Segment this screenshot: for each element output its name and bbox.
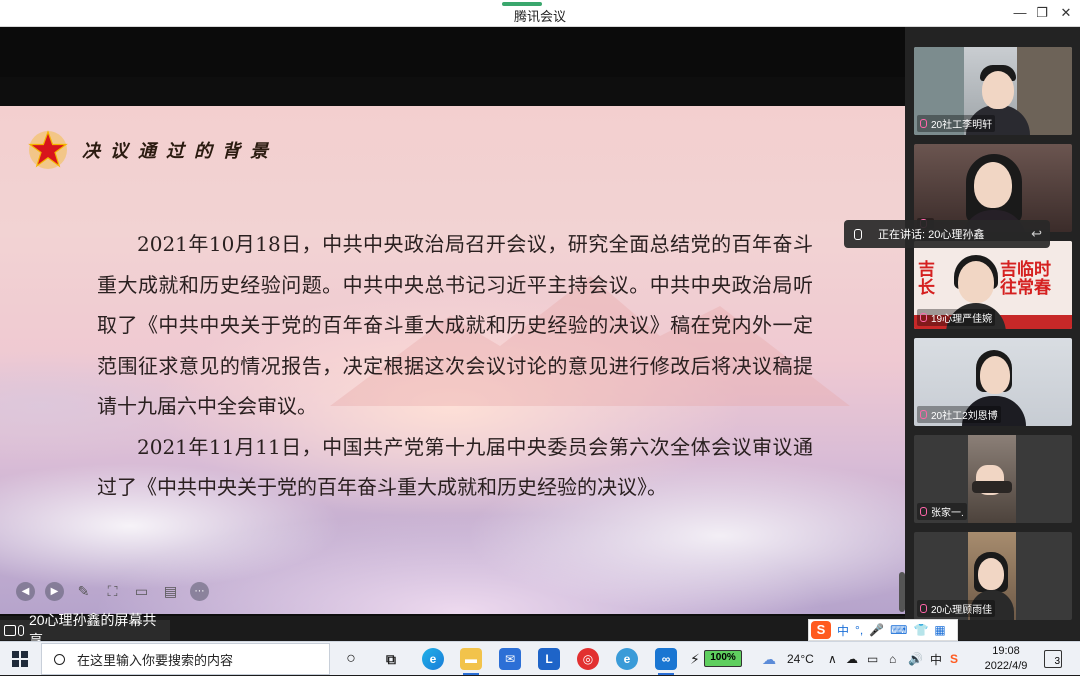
mic-muted-icon — [920, 507, 927, 516]
toolbox-icon[interactable]: ▦ — [934, 623, 945, 637]
notification-center-icon[interactable]: 3 — [1044, 650, 1062, 668]
task-view-icon[interactable]: ⧉ — [380, 648, 402, 670]
windows-start-icon[interactable] — [12, 651, 28, 667]
sogou-logo-icon[interactable]: S — [811, 621, 831, 639]
cortana-icon[interactable]: ○ — [340, 648, 362, 670]
taskbar-clock[interactable]: 19:08 2022/4/9 — [976, 644, 1036, 674]
participant-name: 19心理严佳婉 — [917, 309, 996, 326]
participant-panel: 20社工李明轩 吉长 吉临时往常春 19心理严佳婉 20社工2刘恩博 张家一. — [905, 27, 1080, 640]
slide-body: 2021年10月18日，中共中央政治局召开会议，研究全面总结党的百年奋斗重大成就… — [97, 224, 813, 508]
clock-time: 19:08 — [992, 645, 1020, 657]
previous-slide-icon[interactable]: ◀ — [16, 582, 35, 601]
speaking-indicator: 正在讲话: 20心理孙鑫 ↩ — [844, 220, 1050, 248]
slide-heading: 决议通过的背景 — [28, 130, 278, 170]
slide-paragraph: 2021年10月18日，中共中央政治局召开会议，研究全面总结党的百年奋斗重大成就… — [97, 232, 813, 418]
edge-browser-icon[interactable]: e — [422, 648, 444, 670]
participant-tile[interactable]: 20心理顾雨佳 — [914, 532, 1072, 620]
shared-screen-stage: 决议通过的背景 2021年10月18日，中共中央政治局召开会议，研究全面总结党的… — [0, 27, 905, 616]
network-icon[interactable]: ▭ — [867, 642, 878, 676]
mic-muted-icon — [920, 313, 927, 322]
power-plug-icon[interactable]: ⚡ — [690, 642, 700, 676]
focus-icon[interactable]: ⛶ — [103, 582, 122, 601]
top-black-band — [0, 27, 905, 77]
mic-muted-icon — [920, 604, 927, 613]
participant-tile[interactable]: 吉长 吉临时 往常春 19心理严佳婉 — [914, 241, 1072, 329]
voice-icon[interactable]: 🎤 — [869, 623, 884, 637]
participant-name: 20社工2刘恩博 — [917, 406, 1001, 423]
file-explorer-icon[interactable]: ▬ — [460, 648, 482, 670]
clock-date: 2022/4/9 — [984, 660, 1028, 672]
browser-icon[interactable]: e — [616, 648, 638, 670]
participant-name: 20社工李明轩 — [917, 115, 996, 132]
microphone-icon — [854, 228, 862, 240]
participant-name: 20心理顾雨佳 — [917, 600, 996, 617]
screen-share-label: 20心理孙鑫的屏幕共享 — [0, 612, 170, 648]
slide-heading-text: 决议通过的背景 — [82, 141, 278, 162]
participant-name: 张家一. — [917, 503, 967, 520]
search-placeholder: 在这里输入你要搜索的内容 — [77, 652, 234, 668]
participant-tile[interactable]: 20社工2刘恩博 — [914, 338, 1072, 426]
participant-tile[interactable] — [914, 144, 1072, 232]
next-slide-icon[interactable]: ▶ — [45, 582, 64, 601]
taskbar: 在这里输入你要搜索的内容 ○ ⧉ e ▬ ✉ L ◎ e ∞ ⚡ 100% ☁ … — [0, 641, 1080, 675]
ime-mode[interactable]: 中 — [837, 622, 849, 639]
search-icon — [54, 653, 65, 665]
window-title: 腾讯会议 — [513, 9, 566, 24]
mic-muted-icon — [920, 410, 927, 419]
close-button[interactable]: ✕ — [1056, 4, 1076, 22]
weather-icon[interactable]: ☁ — [762, 642, 776, 676]
tencent-meeting-icon[interactable]: ∞ — [655, 648, 677, 670]
volume-icon[interactable]: 🔊 — [908, 642, 923, 676]
slide-paragraph: 2021年11月11日，中国共产党第十九届中央委员会第六次全体会议审议通过了《中… — [97, 434, 813, 500]
punctuation-icon[interactable]: °, — [855, 623, 863, 637]
tray-expand-icon[interactable]: ∧ — [828, 642, 837, 676]
network-icon[interactable]: ⌂ — [889, 642, 896, 676]
sogou-tray-icon[interactable]: S — [950, 642, 958, 676]
speaking-text: 正在讲话: 20心理孙鑫 — [878, 229, 985, 241]
ime-indicator[interactable]: 中 — [930, 642, 942, 676]
subtitle-icon[interactable]: ▤ — [161, 582, 180, 601]
pen-icon[interactable]: ✎ — [74, 582, 93, 601]
maximize-button[interactable]: ❐ — [1032, 4, 1052, 22]
banner-right: 吉临时 往常春 — [1000, 260, 1051, 298]
ime-toolbar: S 中 °, 🎤 ⌨ 👕 ▦ — [808, 619, 958, 641]
title-bar: 腾讯会议 — ❐ ✕ — [0, 0, 1080, 27]
mic-muted-icon — [920, 119, 927, 128]
microphone-icon — [17, 624, 24, 636]
netease-music-icon[interactable]: ◎ — [577, 648, 599, 670]
participant-tile[interactable]: 20社工李明轩 — [914, 47, 1072, 135]
minimize-button[interactable]: — — [1010, 4, 1030, 22]
keyboard-icon[interactable]: ⌨ — [890, 623, 907, 637]
weather-temp[interactable]: 24°C — [787, 642, 814, 676]
mail-icon[interactable]: ✉ — [499, 648, 521, 670]
star-icon — [28, 130, 68, 169]
camera-icon[interactable]: ▭ — [132, 582, 151, 601]
onedrive-icon[interactable]: ☁ — [846, 642, 858, 676]
participant-tile[interactable]: 张家一. — [914, 435, 1072, 523]
skin-icon[interactable]: 👕 — [913, 623, 928, 637]
more-icon[interactable]: ⋯ — [190, 582, 209, 601]
return-icon[interactable]: ↩ — [1031, 226, 1042, 242]
slide-controls: ◀ ▶ ✎ ⛶ ▭ ▤ ⋯ — [16, 582, 209, 602]
battery-indicator[interactable]: 100% — [704, 650, 742, 667]
presentation-slide: 决议通过的背景 2021年10月18日，中共中央政治局召开会议，研究全面总结党的… — [0, 106, 905, 614]
app-icon[interactable]: L — [538, 648, 560, 670]
banner-left: 吉长 — [918, 260, 935, 298]
taskbar-search-box[interactable]: 在这里输入你要搜索的内容 — [41, 643, 330, 675]
screen-icon — [4, 624, 16, 636]
